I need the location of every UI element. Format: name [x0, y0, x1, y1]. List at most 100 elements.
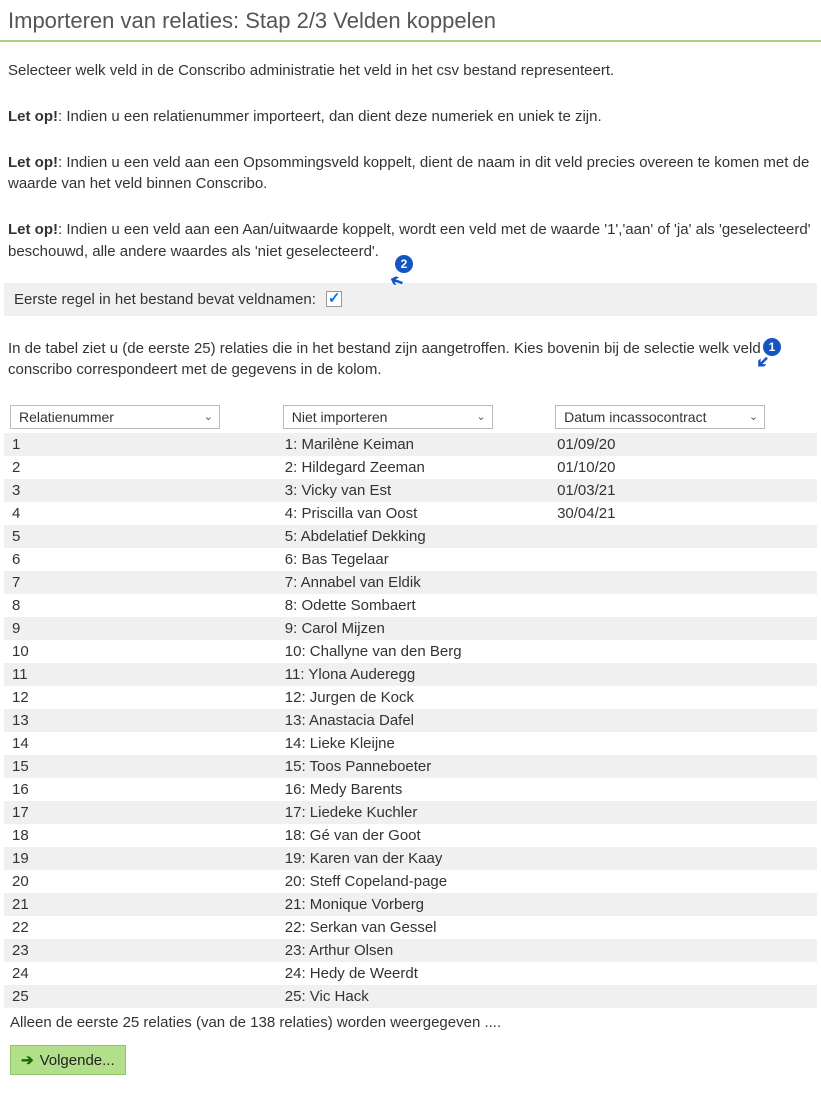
cell-col1: 4: [4, 502, 277, 525]
warning-2: Let op!: Indien u een veld aan een Opsom…: [0, 148, 821, 200]
cell-col1: 7: [4, 571, 277, 594]
cell-col3: [549, 916, 817, 939]
cell-col1: 11: [4, 663, 277, 686]
cell-col1: 24: [4, 962, 277, 985]
cell-col3: [549, 824, 817, 847]
table-row: 1818: Gé van der Goot: [4, 824, 817, 847]
page-title: Importeren van relaties: Stap 2/3 Velden…: [0, 0, 821, 42]
cell-col2: 2: Hildegard Zeeman: [277, 456, 549, 479]
table-row: 55: Abdelatief Dekking: [4, 525, 817, 548]
table-row: 2323: Arthur Olsen: [4, 939, 817, 962]
cell-col1: 6: [4, 548, 277, 571]
cell-col2: 22: Serkan van Gessel: [277, 916, 549, 939]
column-1-select[interactable]: Relatienummer ⌄: [10, 405, 220, 429]
table-intro-text: In de tabel ziet u (de eerste 25) relati…: [0, 334, 821, 386]
intro-text: Selecteer welk veld in de Conscribo admi…: [0, 56, 821, 86]
cell-col2: 9: Carol Mijzen: [277, 617, 549, 640]
warning-1-bold: Let op!: [8, 108, 58, 125]
cell-col1: 8: [4, 594, 277, 617]
cell-col2: 10: Challyne van den Berg: [277, 640, 549, 663]
table-row: 1212: Jurgen de Kock: [4, 686, 817, 709]
cell-col2: 18: Gé van der Goot: [277, 824, 549, 847]
warning-3-bold: Let op!: [8, 221, 58, 238]
cell-col1: 25: [4, 985, 277, 1008]
chevron-down-icon: ⌄: [204, 410, 213, 423]
table-row: 2424: Hedy de Weerdt: [4, 962, 817, 985]
field-mapping-table: Relatienummer ⌄ Niet importeren ⌄ Datum …: [4, 401, 817, 1008]
warning-2-text: : Indien u een veld aan een Opsommingsve…: [8, 154, 809, 193]
column-3-select[interactable]: Datum incassocontract ⌄: [555, 405, 765, 429]
table-row: 99: Carol Mijzen: [4, 617, 817, 640]
cell-col3: [549, 893, 817, 916]
warning-1: Let op!: Indien u een relatienummer impo…: [0, 102, 821, 132]
cell-col1: 17: [4, 801, 277, 824]
cell-col2: 19: Karen van der Kaay: [277, 847, 549, 870]
cell-col2: 15: Toos Panneboeter: [277, 755, 549, 778]
cell-col3: [549, 640, 817, 663]
chevron-down-icon: ⌄: [477, 410, 486, 423]
cell-col3: [549, 732, 817, 755]
cell-col3: 01/09/20: [549, 433, 817, 456]
cell-col1: 14: [4, 732, 277, 755]
table-row: 2525: Vic Hack: [4, 985, 817, 1008]
cell-col2: 24: Hedy de Weerdt: [277, 962, 549, 985]
cell-col1: 12: [4, 686, 277, 709]
header-row-checkbox-bar: Eerste regel in het bestand bevat veldna…: [4, 283, 817, 316]
cell-col2: 1: Marilène Keiman: [277, 433, 549, 456]
cell-col3: 01/03/21: [549, 479, 817, 502]
cell-col2: 6: Bas Tegelaar: [277, 548, 549, 571]
cell-col3: [549, 801, 817, 824]
cell-col2: 14: Lieke Kleijne: [277, 732, 549, 755]
cell-col3: [549, 686, 817, 709]
table-row: 1919: Karen van der Kaay: [4, 847, 817, 870]
column-1-select-value: Relatienummer: [19, 409, 114, 425]
footer-note: Alleen de eerste 25 relaties (van de 138…: [0, 1008, 821, 1037]
header-row-checkbox-label: Eerste regel in het bestand bevat veldna…: [14, 291, 316, 308]
cell-col2: 7: Annabel van Eldik: [277, 571, 549, 594]
cell-col3: [549, 778, 817, 801]
cell-col1: 23: [4, 939, 277, 962]
cell-col3: [549, 985, 817, 1008]
cell-col1: 15: [4, 755, 277, 778]
table-row: 1010: Challyne van den Berg: [4, 640, 817, 663]
chevron-down-icon: ⌄: [749, 410, 758, 423]
cell-col3: 01/10/20: [549, 456, 817, 479]
cell-col1: 1: [4, 433, 277, 456]
cell-col3: [549, 962, 817, 985]
cell-col3: [549, 870, 817, 893]
cell-col2: 11: Ylona Auderegg: [277, 663, 549, 686]
table-row: 22: Hildegard Zeeman01/10/20: [4, 456, 817, 479]
cell-col2: 8: Odette Sombaert: [277, 594, 549, 617]
cell-col3: [549, 755, 817, 778]
cell-col1: 16: [4, 778, 277, 801]
cell-col2: 20: Steff Copeland-page: [277, 870, 549, 893]
cell-col2: 17: Liedeke Kuchler: [277, 801, 549, 824]
cell-col3: [549, 709, 817, 732]
table-row: 1313: Anastacia Dafel: [4, 709, 817, 732]
cell-col1: 3: [4, 479, 277, 502]
cell-col2: 3: Vicky van Est: [277, 479, 549, 502]
warning-2-bold: Let op!: [8, 154, 58, 171]
cell-col2: 21: Monique Vorberg: [277, 893, 549, 916]
cell-col2: 5: Abdelatief Dekking: [277, 525, 549, 548]
cell-col3: [549, 617, 817, 640]
table-row: 44: Priscilla van Oost30/04/21: [4, 502, 817, 525]
cell-col1: 5: [4, 525, 277, 548]
arrow-right-icon: ➔: [21, 1051, 34, 1069]
header-row-checkbox[interactable]: [326, 291, 342, 307]
cell-col3: 30/04/21: [549, 502, 817, 525]
cell-col3: [549, 525, 817, 548]
table-row: 33: Vicky van Est01/03/21: [4, 479, 817, 502]
column-2-select[interactable]: Niet importeren ⌄: [283, 405, 493, 429]
table-row: 1414: Lieke Kleijne: [4, 732, 817, 755]
table-row: 1717: Liedeke Kuchler: [4, 801, 817, 824]
column-2-select-value: Niet importeren: [292, 409, 388, 425]
cell-col3: [549, 847, 817, 870]
table-row: 11: Marilène Keiman01/09/20: [4, 433, 817, 456]
next-button[interactable]: ➔ Volgende...: [10, 1045, 126, 1075]
cell-col3: [549, 663, 817, 686]
table-row: 1515: Toos Panneboeter: [4, 755, 817, 778]
table-row: 77: Annabel van Eldik: [4, 571, 817, 594]
cell-col1: 21: [4, 893, 277, 916]
cell-col3: [549, 571, 817, 594]
